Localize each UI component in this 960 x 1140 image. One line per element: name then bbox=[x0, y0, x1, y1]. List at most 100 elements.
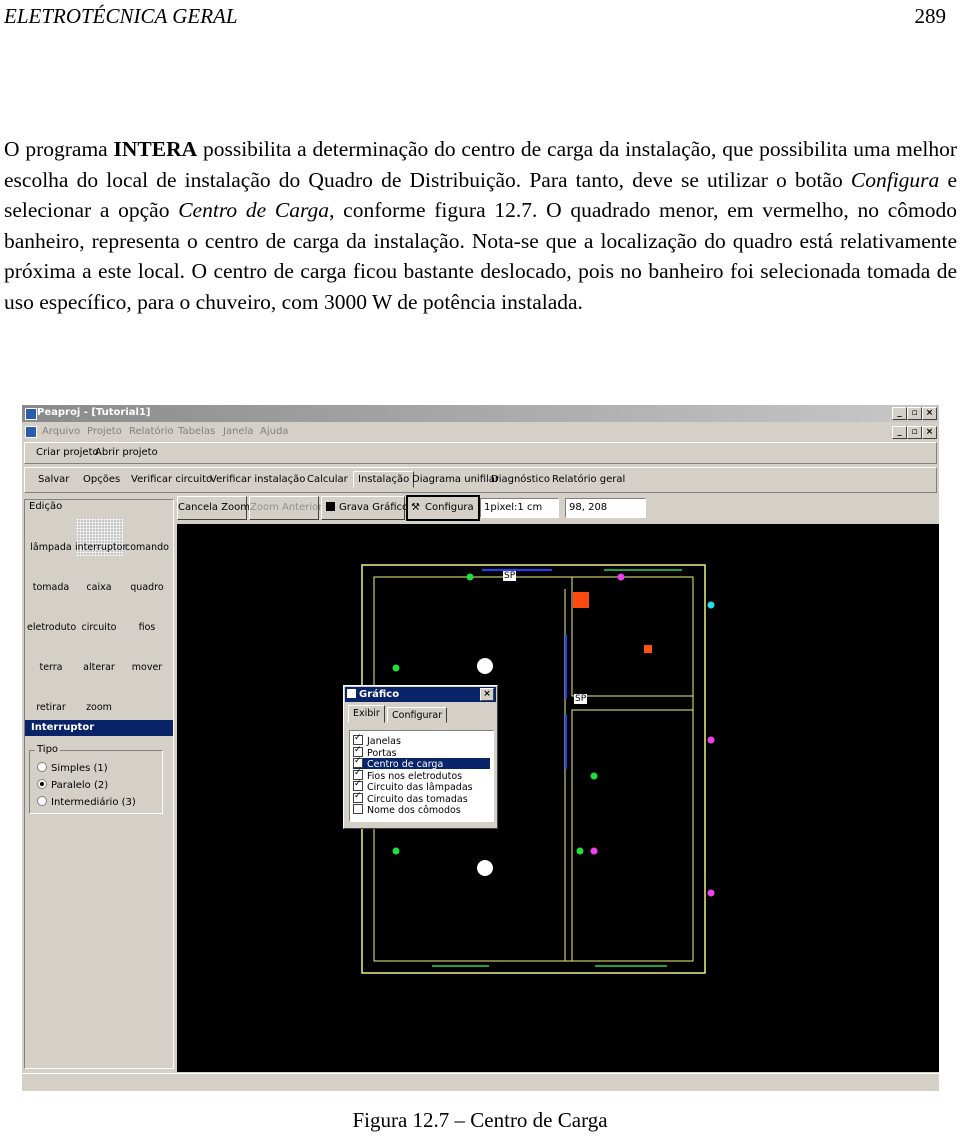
radio-circle-icon bbox=[37, 762, 47, 772]
check-lamp-circuit[interactable]: Circuito das lâmpadas bbox=[353, 779, 473, 793]
close-icon[interactable]: × bbox=[922, 407, 937, 420]
radio-intermediate-label: Intermediário (3) bbox=[51, 797, 136, 808]
outlet-icon bbox=[590, 847, 598, 855]
tool-move[interactable]: mover bbox=[123, 662, 171, 673]
menu-janela[interactable]: Janela bbox=[223, 426, 253, 437]
save-graph-label: Grava Gráfico bbox=[339, 502, 409, 513]
zoom-previous-button[interactable]: Zoom Anterior bbox=[249, 496, 322, 520]
dialog-title: Gráfico bbox=[345, 687, 496, 702]
check-load-center[interactable]: Centro de carga bbox=[353, 756, 490, 770]
installation-tab[interactable]: Instalação bbox=[353, 471, 415, 488]
dialog-close-icon[interactable]: × bbox=[480, 688, 494, 701]
tool-outlet[interactable]: tomada bbox=[27, 582, 75, 593]
floor-plan bbox=[361, 564, 715, 974]
open-project-button[interactable]: Abrir projeto bbox=[95, 447, 158, 458]
software-screenshot: Peaproj - [Tutorial1] _ ▫ × Arquivo Proj… bbox=[22, 405, 939, 1091]
tab-show[interactable]: Exibir bbox=[348, 705, 385, 723]
tool-lamp[interactable]: lâmpada bbox=[27, 542, 75, 553]
outlet-icon bbox=[466, 573, 474, 581]
tool-conduit[interactable]: eletroduto bbox=[27, 622, 76, 633]
bathroom-wall bbox=[571, 576, 694, 697]
check-room-names[interactable]: Nome dos cômodos bbox=[353, 804, 461, 816]
scale-field[interactable]: 1pixel:1 cm bbox=[480, 498, 559, 518]
radio-circle-icon bbox=[37, 796, 47, 806]
coordinates-field: 98, 208 bbox=[565, 498, 646, 518]
outlet-icon bbox=[707, 601, 715, 609]
tool-alter[interactable]: alterar bbox=[75, 662, 123, 673]
tool-switch[interactable]: interruptor bbox=[75, 542, 126, 553]
bedroom-wall bbox=[571, 709, 694, 962]
checkbox-checked-icon bbox=[353, 779, 363, 791]
child-close-icon[interactable]: × bbox=[922, 426, 937, 439]
running-head: ELETROTÉCNICA GERAL bbox=[4, 4, 238, 28]
type-label: Tipo bbox=[35, 744, 61, 755]
figure-caption: Figura 12.7 – Centro de Carga bbox=[352, 1108, 608, 1132]
graph-dialog: Gráfico × Exibir Configurar Janelas Port… bbox=[343, 685, 498, 829]
verify-circuit-button[interactable]: Verificar circuito bbox=[131, 474, 212, 485]
verify-installation-button[interactable]: Verificar instalação bbox=[210, 474, 305, 485]
save-button[interactable]: Salvar bbox=[38, 474, 69, 485]
child-app-icon bbox=[25, 426, 37, 438]
dialog-icon bbox=[347, 689, 356, 698]
configure-label: Configura bbox=[425, 502, 474, 513]
tools-panel: Edição lâmpada interruptor comando tomad… bbox=[24, 499, 174, 1069]
layer-list: Janelas Portas Centro de carga Fios nos … bbox=[349, 730, 494, 822]
tool-command[interactable]: comando bbox=[123, 542, 171, 553]
menu-arquivo[interactable]: Arquivo bbox=[42, 426, 80, 437]
load-center-ref: Centro de Carga bbox=[178, 198, 330, 222]
tool-zoom[interactable]: zoom bbox=[75, 702, 123, 713]
radio-selected-icon bbox=[37, 779, 47, 789]
check-windows-label: Janelas bbox=[367, 736, 401, 747]
drawing-canvas[interactable]: SP SP bbox=[177, 524, 939, 1072]
diagnostic-button[interactable]: Diagnóstico bbox=[491, 474, 550, 485]
child-restore-icon[interactable]: ▫ bbox=[907, 426, 922, 439]
tool-remove[interactable]: retirar bbox=[27, 702, 75, 713]
edit-group-label: Edição bbox=[29, 501, 63, 512]
radio-parallel[interactable]: Paralelo (2) bbox=[37, 779, 108, 791]
calculate-button[interactable]: Calcular bbox=[307, 474, 348, 485]
general-report-button[interactable]: Relatório geral bbox=[552, 474, 625, 485]
options-button[interactable]: Opções bbox=[83, 474, 120, 485]
body-paragraph: O programa INTERA possibilita a determin… bbox=[4, 134, 957, 317]
tool-wires[interactable]: fios bbox=[123, 622, 171, 633]
app-icon bbox=[25, 408, 37, 420]
checkbox-checked-icon bbox=[353, 733, 363, 745]
tab-configure[interactable]: Configurar bbox=[387, 707, 448, 723]
menu-projeto[interactable]: Projeto bbox=[87, 426, 122, 437]
minimize-icon[interactable]: _ bbox=[892, 407, 907, 420]
radio-intermediate[interactable]: Intermediário (3) bbox=[37, 796, 136, 808]
cancel-zoom-button[interactable]: Cancela Zoom bbox=[177, 496, 250, 520]
configure-ref: Configura bbox=[850, 167, 940, 192]
check-wires-conduits[interactable]: Fios nos eletrodutos bbox=[353, 768, 462, 782]
new-project-button[interactable]: Criar projeto bbox=[36, 447, 99, 458]
menu-bar: Arquivo Projeto Relatório Tabelas Janela… bbox=[22, 423, 939, 440]
toolbar-project: Criar projeto Abrir projeto bbox=[24, 442, 937, 464]
outlet-icon bbox=[392, 847, 400, 855]
checkbox-empty-icon bbox=[353, 804, 363, 814]
check-outlet-circuit[interactable]: Circuito das tomadas bbox=[353, 791, 468, 805]
outlet-icon bbox=[392, 664, 400, 672]
tool-circuit[interactable]: circuito bbox=[75, 622, 123, 633]
outlet-icon bbox=[576, 847, 584, 855]
single-line-diagram-button[interactable]: Diagrama unifilar bbox=[412, 474, 499, 485]
check-lamp-circuit-label: Circuito das lâmpadas bbox=[367, 782, 473, 793]
page-number: 289 bbox=[914, 4, 947, 28]
window-title: Peaproj - [Tutorial1] bbox=[37, 407, 151, 418]
menu-tabelas[interactable]: Tabelas bbox=[178, 426, 215, 437]
ceiling-lamp-icon bbox=[477, 658, 493, 674]
checkbox-checked-icon bbox=[353, 791, 363, 803]
child-minimize-icon[interactable]: _ bbox=[892, 426, 907, 439]
tool-panel[interactable]: quadro bbox=[123, 582, 171, 593]
configure-icon: ⚒ bbox=[411, 502, 420, 513]
configure-button[interactable]: ⚒ Configura bbox=[406, 495, 480, 521]
tool-box[interactable]: caixa bbox=[75, 582, 123, 593]
menu-ajuda[interactable]: Ajuda bbox=[260, 426, 288, 437]
save-graph-button[interactable]: Grava Gráfico bbox=[321, 496, 409, 520]
horizontal-scrollbar[interactable] bbox=[22, 1073, 939, 1091]
outlet-icon bbox=[617, 573, 625, 581]
restore-icon[interactable]: ▫ bbox=[907, 407, 922, 420]
radio-simple[interactable]: Simples (1) bbox=[37, 762, 108, 774]
tool-ground[interactable]: terra bbox=[27, 662, 75, 673]
radio-parallel-label: Paralelo (2) bbox=[51, 780, 109, 791]
menu-relatorio[interactable]: Relatório bbox=[129, 426, 174, 437]
